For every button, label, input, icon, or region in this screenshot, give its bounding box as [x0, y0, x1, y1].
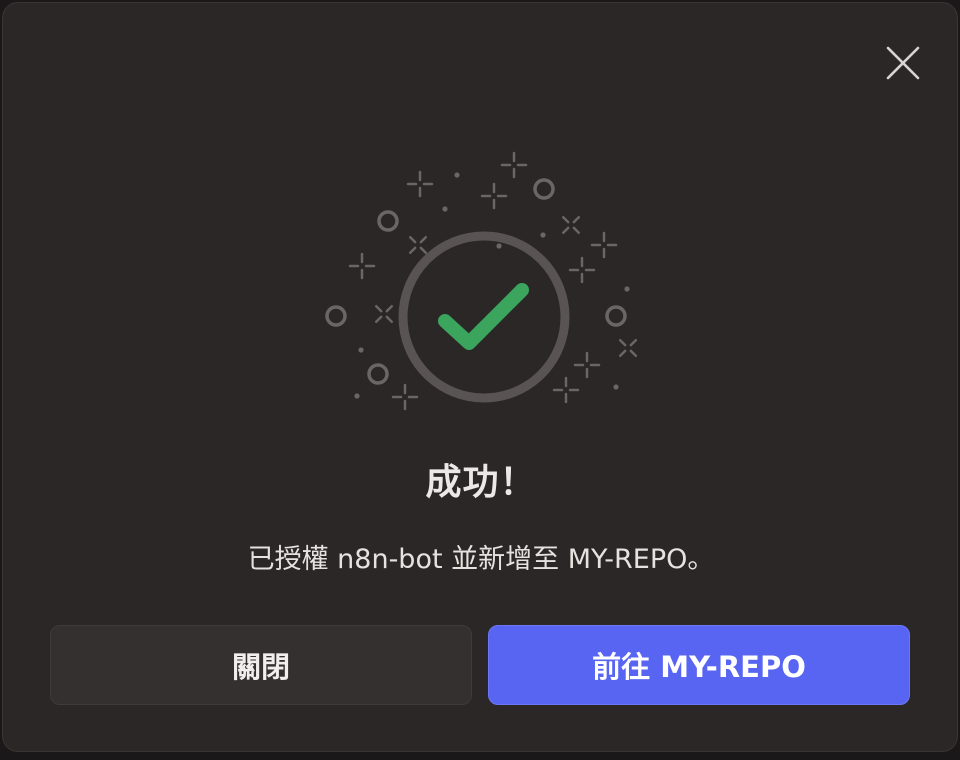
dialog-title: 成功！: [425, 462, 537, 503]
success-illustration: [325, 151, 638, 411]
close-dialog-button[interactable]: [879, 39, 927, 87]
success-ring: [398, 231, 570, 403]
close-button[interactable]: 關閉: [50, 625, 472, 705]
dialog-message: 已授權 n8n-bot 並新增至 MY-REPO。: [247, 544, 715, 575]
checkmark-icon: [438, 283, 529, 350]
decorative-circles: [325, 178, 627, 385]
success-dialog: 成功！ 已授權 n8n-bot 並新增至 MY-REPO。 關閉 前往 MY-R…: [2, 2, 958, 752]
go-to-repo-button[interactable]: 前往 MY-REPO: [488, 625, 910, 705]
decorative-sparkles: [348, 151, 618, 411]
decorative-dots: [354, 172, 630, 399]
close-icon: [886, 46, 920, 80]
